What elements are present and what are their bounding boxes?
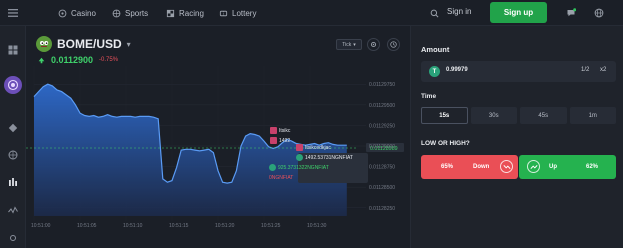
user-avatar [270, 137, 277, 144]
sign-up-button[interactable]: Sign up [490, 2, 547, 23]
time-option-1m[interactable]: 1m [569, 107, 616, 124]
x-tick-label: 10:51:00 [31, 223, 51, 229]
low-or-high-label: LOW OR HIGH? [421, 140, 470, 147]
x-tick-label: 10:51:10 [123, 223, 143, 229]
tick-selector[interactable]: Tick ▾ [336, 39, 362, 50]
nav-racing[interactable]: Racing [166, 6, 204, 20]
user-avatar [296, 144, 303, 151]
trade-popup-user: Itsikcedkjac [296, 144, 331, 151]
trend-down-icon [500, 160, 513, 173]
trend-up-icon [527, 160, 540, 173]
price-row: 0.0112900 -0.75% [38, 55, 118, 65]
coin-icon [296, 154, 303, 161]
chevron-down-icon: ▾ [126, 39, 131, 49]
coin-icon: T [429, 66, 440, 77]
chart-area: 0.01128989 0.01129750 0.01129500 0.0112925… [26, 26, 410, 248]
nav-lottery-label: Lottery [232, 8, 257, 18]
current-price: 0.0112900 [51, 55, 94, 65]
amount-value: 0.99979 [446, 67, 468, 73]
time-label: Time [421, 93, 437, 100]
nav-racing-label: Racing [179, 8, 204, 18]
activity-icon[interactable] [6, 204, 20, 218]
trade-payout: 925.3731322NGNFIAT [269, 164, 329, 171]
diamond-icon[interactable] [6, 121, 20, 135]
x-tick-label: 10:51:25 [261, 223, 281, 229]
down-percent: 65% [441, 164, 454, 170]
trade-marker-1[interactable]: Itsikc [270, 127, 290, 134]
nav-sports-label: Sports [125, 8, 149, 18]
search-icon[interactable] [427, 6, 441, 20]
pair-name: BOME/USD [57, 37, 122, 51]
lottery-icon [219, 10, 228, 16]
nav-lottery[interactable]: Lottery [219, 6, 256, 20]
sports-icon [112, 9, 121, 17]
nav-sports[interactable]: Sports [112, 6, 148, 20]
y-tick-label: 0.01129000 [369, 144, 395, 150]
nav-casino[interactable]: Casino [58, 6, 96, 20]
trade-popup-amount: 1492.53731NGNFIAT [296, 154, 353, 161]
casino-icon [58, 9, 67, 17]
grid-icon[interactable] [6, 43, 20, 57]
arrow-up-icon [38, 57, 45, 63]
trade-loss: 0NGNFIAT [269, 175, 293, 181]
trade-amount: 1492 [279, 137, 291, 144]
pepe-icon [36, 36, 52, 52]
y-tick-label: 0.01129500 [369, 103, 395, 109]
up-label: Up [549, 164, 557, 170]
down-button[interactable]: 65% Down [421, 155, 518, 179]
pair-selector[interactable]: BOME/USD ▾ [36, 36, 131, 52]
y-tick-label: 0.01128250 [369, 206, 395, 212]
x-tick-label: 10:51:05 [77, 223, 97, 229]
up-percent: 62% [586, 164, 599, 170]
amount-input[interactable]: T 0.99979 1/2 x2 [421, 61, 616, 82]
racing-icon [166, 9, 175, 17]
clock-icon [390, 41, 397, 48]
trade-amount: 1492.53731NGNFIAT [305, 154, 353, 161]
x-tick-label: 10:51:20 [215, 223, 235, 229]
top-navigation: Casino Sports Racing Lottery Sign in Sig… [0, 0, 623, 26]
chat-icon[interactable] [564, 6, 578, 20]
settings-gear-button[interactable] [367, 38, 380, 51]
trade-panel: Amount T 0.99979 1/2 x2 Time 15s 30s 45s… [410, 26, 623, 248]
globe-icon[interactable] [592, 6, 606, 20]
x-tick-label: 10:51:15 [169, 223, 189, 229]
settings-icon[interactable] [6, 231, 20, 245]
trade-payout-amount: 925.3731322NGNFIAT [278, 164, 329, 171]
y-tick-label: 0.01129750 [369, 82, 395, 88]
trade-user: Itsikcedkjac [305, 144, 331, 151]
nav-casino-label: Casino [71, 8, 96, 18]
sign-in-button[interactable]: Sign in [447, 7, 471, 16]
time-selector: 15s 30s 45s 1m [421, 107, 616, 124]
left-sidebar [0, 26, 26, 248]
time-option-45s[interactable]: 45s [520, 107, 567, 124]
user-avatar [270, 127, 277, 134]
trade-user: Itsikc [279, 127, 291, 134]
double-button[interactable]: x2 [600, 67, 606, 73]
time-option-15s[interactable]: 15s [421, 107, 468, 124]
menu-icon[interactable] [0, 0, 26, 26]
amount-label: Amount [421, 45, 450, 54]
clock-button[interactable] [387, 38, 400, 51]
chevron-down-icon: ▾ [353, 41, 356, 48]
price-change: -0.75% [99, 57, 119, 63]
hamburger-icon [8, 9, 18, 17]
half-button[interactable]: 1/2 [581, 67, 589, 73]
ball-icon[interactable] [6, 148, 20, 162]
y-tick-label: 0.01129250 [369, 123, 395, 129]
y-tick-label: 0.01128500 [369, 185, 395, 191]
coin-icon [269, 164, 276, 171]
x-tick-label: 10:51:30 [307, 223, 327, 229]
y-tick-label: 0.01128750 [369, 165, 395, 171]
time-option-30s[interactable]: 30s [470, 107, 517, 124]
trade-loss-amount: 0NGNFIAT [269, 175, 294, 181]
gear-icon [370, 41, 377, 48]
chart-bars-icon[interactable] [6, 175, 20, 189]
tick-selector-label: Tick [342, 41, 352, 48]
token-avatar-icon[interactable] [4, 76, 22, 94]
trade-marker-2[interactable]: 1492 [270, 137, 290, 144]
up-button[interactable]: Up 62% [519, 155, 616, 179]
down-label: Down [473, 164, 490, 170]
